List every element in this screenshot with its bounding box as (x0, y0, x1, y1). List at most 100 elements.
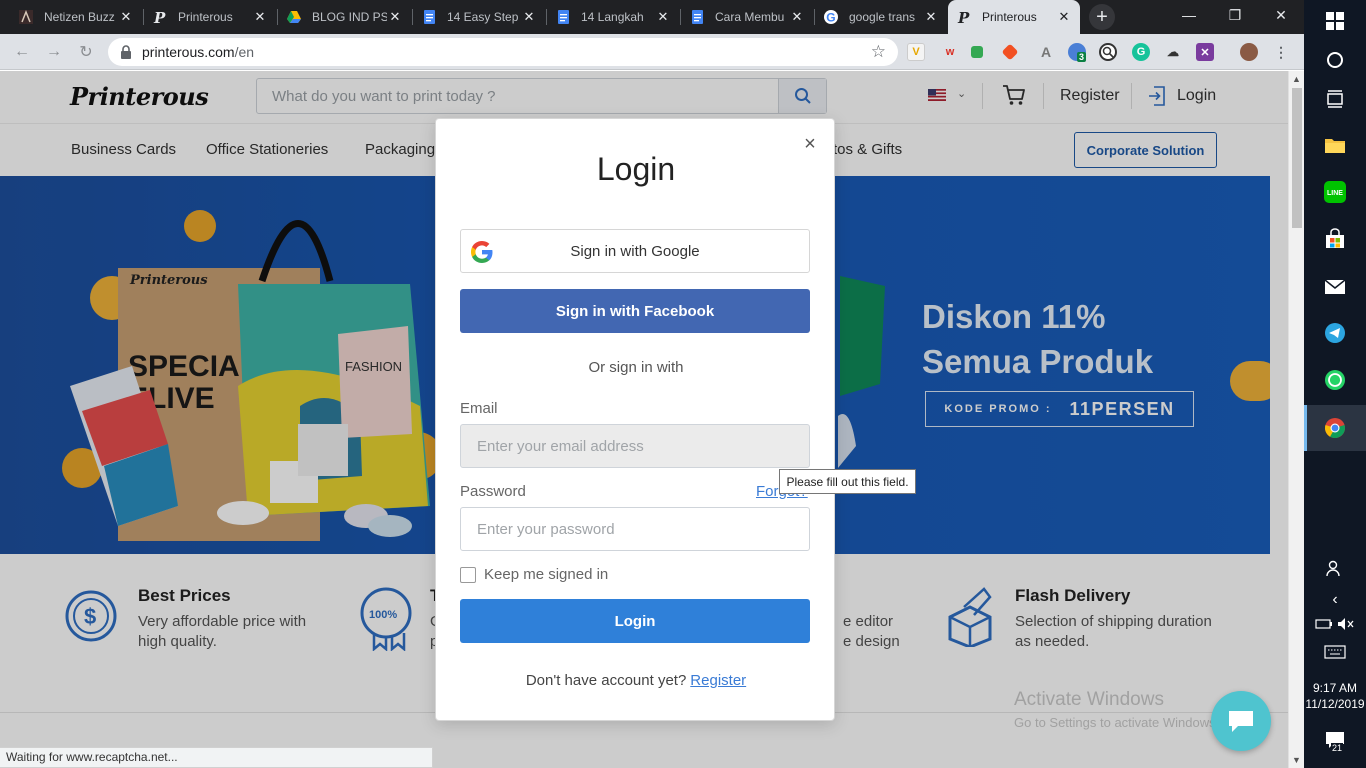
page-scrollbar[interactable]: ▲ ▼ (1288, 71, 1304, 768)
bookmark-star-icon[interactable]: ☆ (871, 42, 886, 62)
email-field[interactable] (461, 425, 809, 467)
orange-extension-icon[interactable] (1001, 43, 1019, 61)
mail-icon[interactable] (1323, 274, 1347, 298)
keep-signed-in-label: Keep me signed in (484, 566, 609, 583)
tab-title: google trans (849, 10, 916, 24)
tab-netizen-buzz[interactable]: Netizen Buzz ✕ (10, 0, 142, 34)
google-docs-favicon-icon (421, 9, 437, 25)
chat-icon (1226, 708, 1256, 734)
arrow-right-icon: → (46, 43, 62, 60)
browser-tab-strip: Netizen Buzz ✕ P Printerous ✕ BLOG IND P… (0, 0, 1304, 34)
tab-printerous-active[interactable]: P Printerous ✕ (948, 0, 1080, 34)
svg-text:P: P (153, 9, 166, 25)
tab-14-langkah[interactable]: 14 Langkah ✕ (547, 0, 679, 34)
google-favicon-icon: G (823, 9, 839, 25)
close-icon[interactable]: ✕ (387, 9, 403, 25)
plus-icon: + (1096, 5, 1108, 28)
people-icon[interactable] (1323, 556, 1347, 580)
close-icon[interactable]: ✕ (521, 9, 537, 25)
tab-blog-ind[interactable]: BLOG IND PS ✕ (278, 0, 411, 34)
modal-title: Login (596, 151, 676, 187)
netizen-favicon-icon (18, 9, 34, 25)
a-extension-icon[interactable]: A (1037, 43, 1055, 61)
scroll-down-arrow-icon[interactable]: ▼ (1292, 755, 1301, 765)
magnifier-extension-icon[interactable] (1099, 43, 1117, 61)
tab-title: Netizen Buzz (44, 10, 115, 24)
cortana-search-icon[interactable] (1323, 48, 1347, 72)
validation-tooltip: Please fill out this field. (779, 469, 916, 494)
keyboard-icon[interactable] (1323, 640, 1347, 664)
password-label: Password (460, 483, 526, 500)
chrome-icon[interactable] (1323, 416, 1347, 440)
close-icon[interactable]: × (800, 133, 820, 156)
avatar[interactable] (1240, 43, 1258, 61)
keep-signed-in-checkbox[interactable] (460, 566, 476, 583)
login-button[interactable]: Login (460, 599, 810, 643)
chat-button[interactable] (1211, 691, 1271, 751)
forward-button[interactable]: → (44, 42, 64, 62)
close-icon[interactable]: ✕ (252, 9, 268, 25)
w-extension-icon[interactable]: w (941, 43, 959, 61)
google-docs-favicon-icon (689, 9, 705, 25)
close-icon[interactable]: ✕ (923, 9, 939, 25)
password-field-wrapper (460, 507, 810, 551)
facebook-sign-in-button[interactable]: Sign in with Facebook (460, 289, 810, 333)
system-clock[interactable]: 9:17 AM 11/12/2019 (1304, 680, 1366, 712)
svg-text:G: G (826, 11, 835, 25)
whatsapp-icon[interactable] (1323, 368, 1347, 392)
tab-title: 14 Easy Step (447, 10, 519, 24)
task-view-icon[interactable] (1323, 87, 1347, 111)
or-sign-in-text: Or sign in with (588, 359, 684, 376)
purple-extension-icon[interactable]: ✕ (1196, 43, 1214, 61)
volume-muted-icon[interactable] (1334, 612, 1358, 636)
back-button[interactable]: ← (12, 42, 32, 62)
url-path: /en (234, 44, 255, 60)
close-icon[interactable]: ✕ (655, 9, 671, 25)
v-extension-icon[interactable]: V (907, 43, 925, 61)
tab-google-translate[interactable]: G google trans ✕ (815, 0, 947, 34)
activate-windows-watermark: Activate Windows Go to Settings to activ… (1014, 689, 1219, 730)
grammarly-extension-icon[interactable]: G (1132, 43, 1150, 61)
clock-time: 9:17 AM (1312, 681, 1358, 695)
scroll-up-arrow-icon[interactable]: ▲ (1292, 74, 1301, 84)
password-field[interactable] (461, 508, 809, 550)
lock-icon (120, 45, 134, 59)
cloud-extension-icon[interactable]: ☁ (1164, 43, 1182, 61)
tab-cara-membuat[interactable]: Cara Membu ✕ (681, 0, 813, 34)
green-extension-icon[interactable] (971, 46, 983, 58)
url-host: printerous.com (142, 44, 235, 60)
tab-title: 14 Langkah (581, 10, 644, 24)
tab-14-easy-steps[interactable]: 14 Easy Step ✕ (413, 0, 545, 34)
blue-extension-icon[interactable]: 3 (1068, 43, 1087, 62)
google-sign-in-button[interactable]: Sign in with Google (460, 229, 810, 273)
tab-title: Printerous (982, 10, 1037, 24)
keep-signed-in[interactable]: Keep me signed in (460, 566, 608, 583)
line-app-icon[interactable]: LINE (1323, 180, 1347, 204)
battery-icon[interactable] (1312, 612, 1336, 636)
close-icon[interactable]: ✕ (1056, 9, 1072, 25)
minimize-button[interactable]: — (1166, 0, 1212, 30)
microsoft-store-icon[interactable] (1323, 227, 1347, 251)
address-bar[interactable]: printerous.com/en ☆ (108, 38, 898, 66)
email-label: Email (460, 400, 498, 417)
google-drive-favicon-icon (286, 9, 302, 25)
tab-printerous[interactable]: P Printerous ✕ (144, 0, 276, 34)
google-docs-favicon-icon (555, 9, 571, 25)
close-icon[interactable]: ✕ (789, 9, 805, 25)
email-field-wrapper (460, 424, 810, 468)
chevron-left-icon[interactable]: ‹ (1323, 588, 1347, 612)
windows-taskbar: LINE ‹ 9:17 AM 11/12/2019 (1304, 0, 1366, 768)
restore-button[interactable]: ❐ (1212, 0, 1258, 30)
no-account-text: Don't have account yet? Register (436, 672, 836, 689)
windows-start-icon[interactable] (1323, 9, 1347, 33)
close-icon[interactable]: ✕ (118, 9, 134, 25)
reload-button[interactable]: ↻ (76, 42, 96, 62)
file-explorer-icon[interactable] (1323, 133, 1347, 157)
new-tab-button[interactable]: + (1089, 4, 1115, 30)
telegram-icon[interactable] (1323, 321, 1347, 345)
more-menu-icon[interactable]: ⋮ (1272, 43, 1290, 61)
register-modal-link[interactable]: Register (690, 672, 746, 689)
printerous-favicon-icon: P (956, 9, 972, 25)
close-window-button[interactable]: ✕ (1258, 0, 1304, 30)
scrollbar-thumb[interactable] (1292, 88, 1302, 228)
